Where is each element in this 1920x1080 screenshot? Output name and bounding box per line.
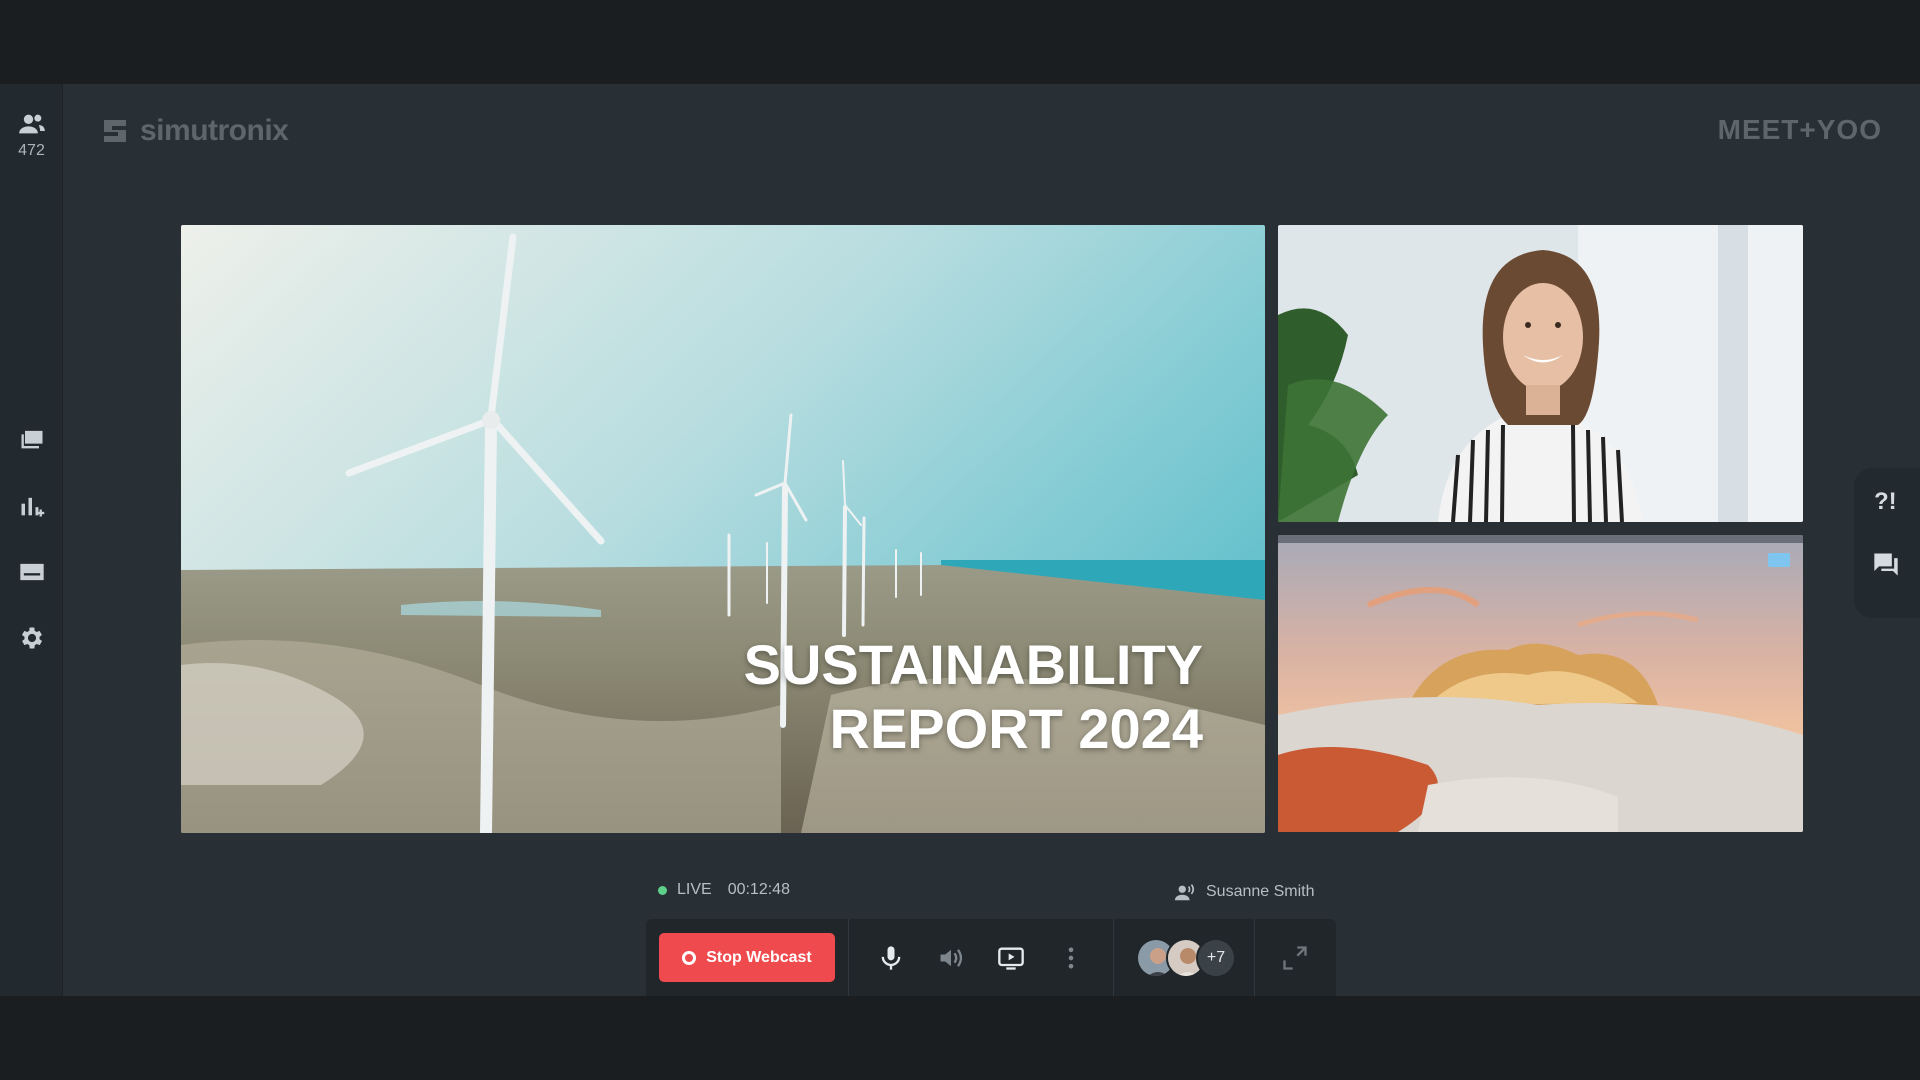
stop-webcast-label: Stop Webcast bbox=[706, 948, 812, 966]
letterbox-top bbox=[0, 0, 1920, 84]
qa-button[interactable]: ?! bbox=[1874, 488, 1897, 516]
right-rail: ?! bbox=[1854, 468, 1920, 618]
partner-logo: MEET+YOO bbox=[1717, 114, 1882, 145]
screen-share-button[interactable] bbox=[981, 919, 1041, 996]
participants-button[interactable]: 472 bbox=[0, 110, 63, 160]
polls-button[interactable] bbox=[0, 492, 63, 520]
settings-button[interactable] bbox=[0, 624, 63, 652]
poll-add-icon bbox=[21, 497, 44, 517]
toolbar-divider bbox=[1113, 919, 1114, 996]
record-icon bbox=[682, 950, 697, 965]
slide-title-line-2: REPORT 2024 bbox=[829, 697, 1204, 760]
slide-title: SUSTAINABILITY REPORT 2024 bbox=[744, 633, 1203, 761]
caption-icon bbox=[19, 563, 44, 581]
brand-name: simutronix bbox=[140, 114, 289, 147]
chat-button[interactable] bbox=[1872, 550, 1900, 585]
slides-icon bbox=[21, 430, 42, 449]
stop-webcast-button[interactable]: Stop Webcast bbox=[659, 933, 835, 982]
volume-icon bbox=[940, 948, 963, 967]
live-status: LIVE 00:12:48 bbox=[658, 881, 790, 899]
more-vertical-icon bbox=[1068, 947, 1074, 968]
speaker-name: Susanne Smith bbox=[1206, 883, 1315, 900]
microphone-button[interactable] bbox=[861, 919, 921, 996]
active-speaker: Susanne Smith bbox=[1174, 881, 1315, 903]
sidebar: 472 bbox=[0, 84, 63, 996]
slides-button[interactable] bbox=[0, 425, 63, 453]
control-toolbar: Stop Webcast +7 bbox=[646, 919, 1336, 996]
live-indicator-dot bbox=[658, 885, 667, 895]
participants-count: 472 bbox=[18, 142, 45, 159]
gear-icon bbox=[21, 627, 42, 649]
screen-share-desktop bbox=[1278, 535, 1803, 832]
microphone-icon bbox=[881, 945, 901, 970]
captions-button[interactable] bbox=[0, 558, 63, 586]
toolbar-divider bbox=[1254, 919, 1255, 996]
presenters-avatars[interactable]: +7 bbox=[1136, 937, 1236, 978]
brand-mark-icon bbox=[104, 120, 126, 142]
slide-title-line-1: SUSTAINABILITY bbox=[743, 633, 1203, 696]
chat-icon bbox=[1874, 553, 1898, 576]
letterbox-bottom bbox=[0, 996, 1920, 1080]
live-label: LIVE bbox=[677, 881, 712, 898]
speaker-camera-feed[interactable] bbox=[1278, 225, 1803, 522]
toolbar-divider bbox=[848, 919, 849, 996]
more-participants-badge: +7 bbox=[1196, 937, 1236, 978]
speaker-volume-button[interactable] bbox=[921, 919, 981, 996]
speaker-video bbox=[1278, 225, 1803, 522]
webcast-app: 472 simutronix MEET+YOO SUSTAINABILITY R… bbox=[0, 84, 1920, 996]
elapsed-time: 00:12:48 bbox=[727, 881, 790, 898]
brand-logo: simutronix bbox=[102, 114, 289, 148]
speaking-user-icon bbox=[1174, 884, 1195, 901]
presentation-stage: SUSTAINABILITY REPORT 2024 bbox=[181, 225, 1265, 833]
screen-share-feed[interactable] bbox=[1278, 535, 1803, 832]
participants-icon bbox=[18, 114, 45, 134]
screen-share-icon bbox=[998, 947, 1024, 970]
more-options-button[interactable] bbox=[1041, 919, 1101, 996]
expand-icon bbox=[1283, 945, 1307, 970]
fullscreen-button[interactable] bbox=[1265, 919, 1325, 996]
